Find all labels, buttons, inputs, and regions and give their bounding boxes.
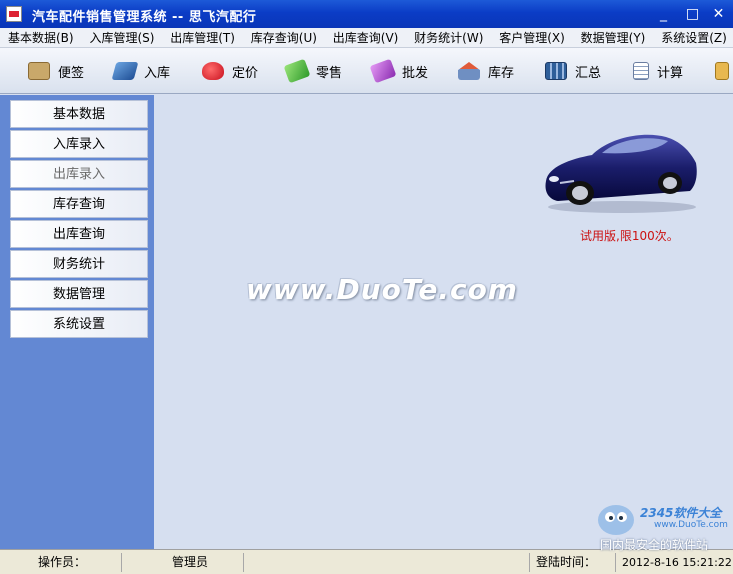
book-icon <box>111 62 139 80</box>
sidebar-item-inventory-query[interactable]: 库存查询 <box>10 190 148 218</box>
sidebar-item-stock-out-entry[interactable]: 出库录入 <box>10 160 148 188</box>
tool-label: 便签 <box>58 65 85 81</box>
operator-value: 管理员 <box>122 553 244 572</box>
menu-customers[interactable]: 客户管理(X) <box>495 28 569 47</box>
tool-label: 入库 <box>144 65 171 81</box>
tool-stock-in-button[interactable]: 入库 <box>111 58 171 84</box>
tool-label: 汇总 <box>575 65 602 81</box>
badge-brand: 2345软件大全 <box>640 506 722 520</box>
tool-wholesale-button[interactable]: 批发 <box>369 58 429 84</box>
menu-outbound-query[interactable]: 出库查询(V) <box>329 28 403 47</box>
sidebar-item-finance[interactable]: 财务统计 <box>10 250 148 278</box>
house-icon <box>458 62 480 80</box>
car-image <box>545 134 697 213</box>
minimize-button[interactable]: _ <box>653 5 674 24</box>
diamond-purple-icon <box>369 58 397 84</box>
app-icon[interactable] <box>6 6 22 22</box>
watermark-text: www.DuoTe.com <box>246 273 518 306</box>
menu-data-management[interactable]: 数据管理(Y) <box>577 28 650 47</box>
sidebar-item-system-settings[interactable]: 系统设置 <box>10 310 148 338</box>
trial-notice: 试用版,限100次。 <box>580 229 679 243</box>
menu-basic-data[interactable]: 基本数据(B) <box>4 28 78 47</box>
window-title: 汽车配件销售管理系统 -- 思飞汽配行 <box>32 10 257 25</box>
calculator-icon <box>545 62 567 80</box>
tool-label: 库存 <box>488 65 515 81</box>
status-spacer <box>244 553 530 572</box>
menu-bar: 基本数据(B) 入库管理(S) 出库管理(T) 库存查询(U) 出库查询(V) … <box>0 28 733 48</box>
login-time-value: 2012-8-16 15:21:22 <box>622 556 732 569</box>
maximize-button[interactable]: □ <box>682 5 703 24</box>
note-icon <box>28 62 50 80</box>
tool-more-button[interactable] <box>715 58 733 84</box>
sidebar-item-data-management[interactable]: 数据管理 <box>10 280 148 308</box>
mascot-icon <box>598 505 634 535</box>
login-time-label: 登陆时间： <box>530 553 616 572</box>
sidebar-item-basic-data[interactable]: 基本数据 <box>10 100 148 128</box>
menu-inventory-query[interactable]: 库存查询(U) <box>247 28 321 47</box>
tool-summary-button[interactable]: 汇总 <box>545 58 601 84</box>
sidebar: 基本数据 入库录入 出库录入 库存查询 出库查询 财务统计 数据管理 系统设置 <box>0 95 154 549</box>
close-button[interactable]: ✕ <box>708 5 729 24</box>
badge-site: www.DuoTe.com <box>654 520 728 530</box>
tool-label: 计算 <box>657 65 684 81</box>
tool-pricing-button[interactable]: 定价 <box>202 58 258 84</box>
tool-note-button[interactable]: 便签 <box>28 58 84 84</box>
tool-calculate-button[interactable]: 计算 <box>633 58 683 84</box>
calc-sheet-icon <box>633 62 649 80</box>
sidebar-item-stock-in-entry[interactable]: 入库录入 <box>10 130 148 158</box>
tool-label: 定价 <box>232 65 259 81</box>
operator-label: 操作员： <box>0 553 122 572</box>
title-bar: 汽车配件销售管理系统 -- 思飞汽配行 _ □ ✕ <box>0 0 733 28</box>
folder-icon <box>715 62 729 80</box>
heart-icon <box>202 62 224 80</box>
menu-stock-in[interactable]: 入库管理(S) <box>85 28 158 47</box>
tool-inventory-button[interactable]: 库存 <box>458 58 514 84</box>
menu-system-settings[interactable]: 系统设置(Z) <box>657 28 731 47</box>
badge-slogan: 国内最安全的软件站 <box>600 538 709 552</box>
tool-retail-button[interactable]: 零售 <box>283 58 343 84</box>
diamond-green-icon <box>283 58 311 84</box>
site-badge: 2345软件大全 www.DuoTe.com 国内最安全的软件站 <box>592 498 733 552</box>
menu-stock-out[interactable]: 出库管理(T) <box>166 28 239 47</box>
tool-label: 零售 <box>316 65 343 81</box>
sidebar-item-outbound-query[interactable]: 出库查询 <box>10 220 148 248</box>
menu-finance[interactable]: 财务统计(W) <box>410 28 487 47</box>
tool-label: 批发 <box>402 65 429 81</box>
main-panel: 试用版,限100次。 www.DuoTe.com <box>154 95 733 549</box>
toolbar: 便签 入库 定价 零售 批发 库存 汇总 计算 <box>0 48 733 94</box>
